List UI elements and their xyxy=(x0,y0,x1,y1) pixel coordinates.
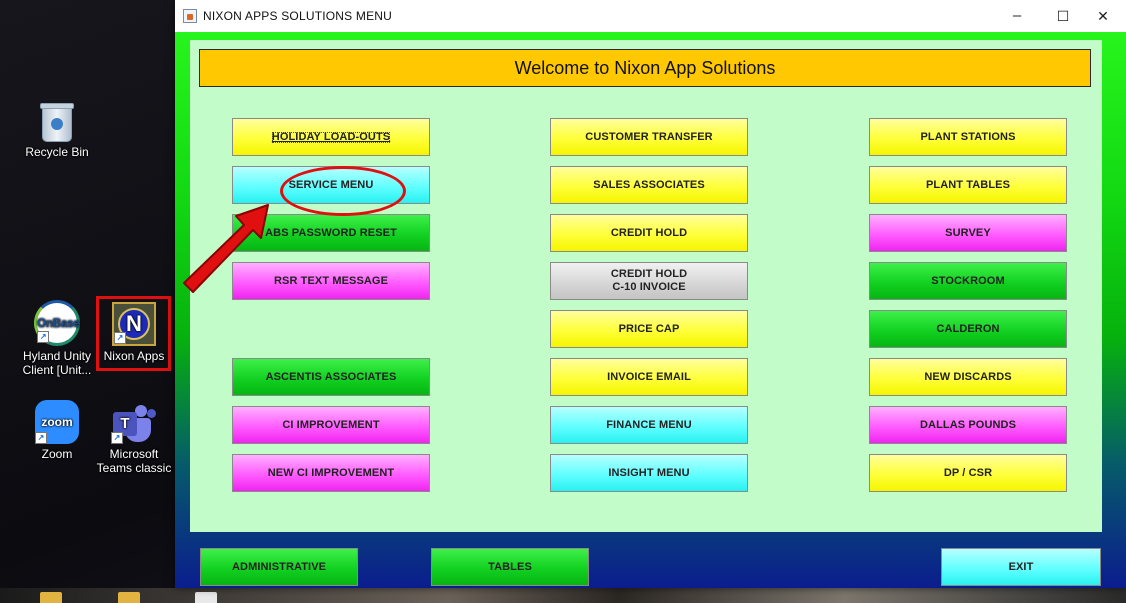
rsr-text-message-button[interactable]: RSR TEXT MESSAGE xyxy=(232,262,430,300)
zoom-shortcut[interactable]: zoom ↗ Zoom xyxy=(19,400,95,461)
credit-hold-c10-label-line1: CREDIT HOLD xyxy=(610,268,688,280)
service-menu-label: SERVICE MENU xyxy=(288,178,374,191)
tables-label: TABLES xyxy=(488,560,532,573)
ci-improvement-button[interactable]: CI IMPROVEMENT xyxy=(232,406,430,444)
welcome-banner: Welcome to Nixon App Solutions xyxy=(199,49,1091,87)
customer-transfer-label: CUSTOMER TRANSFER xyxy=(585,130,713,143)
shortcut-arrow-icon: ↗ xyxy=(37,331,49,343)
insight-menu-button[interactable]: INSIGHT MENU xyxy=(550,454,748,492)
hyland-unity-shortcut[interactable]: OnBase ↗ Hyland Unity Client [Unit... xyxy=(19,300,95,377)
nixon-apps-window: NIXON APPS SOLUTIONS MENU – ☐ ✕ Welcome … xyxy=(175,0,1126,588)
abs-password-reset-button[interactable]: ABS PASSWORD RESET xyxy=(232,214,430,252)
window-client-area: Welcome to Nixon App Solutions HOLIDAY L… xyxy=(175,32,1126,588)
onbase-icon: OnBase ↗ xyxy=(34,300,80,346)
nixon-apps-highlight-box xyxy=(96,296,171,371)
rsr-text-message-label: RSR TEXT MESSAGE xyxy=(273,274,389,287)
dp-csr-label: DP / CSR xyxy=(943,466,993,479)
teams-icon: T ↗ xyxy=(111,402,157,444)
invoice-email-button[interactable]: INVOICE EMAIL xyxy=(550,358,748,396)
administrative-button[interactable]: ADMINISTRATIVE xyxy=(200,548,358,586)
plant-stations-label: PLANT STATIONS xyxy=(920,130,1016,143)
zoom-icon: zoom ↗ xyxy=(35,400,79,444)
holiday-load-outs-label: HOLIDAY LOAD-OUTS xyxy=(269,129,393,146)
ascentis-associates-button[interactable]: ASCENTIS ASSOCIATES xyxy=(232,358,430,396)
dallas-pounds-button[interactable]: DALLAS POUNDS xyxy=(869,406,1067,444)
tables-button[interactable]: TABLES xyxy=(431,548,589,586)
minimize-button[interactable]: – xyxy=(994,0,1040,32)
recycle-bin-shortcut[interactable]: Recycle Bin xyxy=(19,103,95,159)
finance-menu-label: FINANCE MENU xyxy=(606,418,692,431)
sales-associates-label: SALES ASSOCIATES xyxy=(593,178,705,191)
holiday-load-outs-button[interactable]: HOLIDAY LOAD-OUTS xyxy=(232,118,430,156)
customer-transfer-button[interactable]: CUSTOMER TRANSFER xyxy=(550,118,748,156)
close-button[interactable]: ✕ xyxy=(1080,0,1126,32)
new-discards-button[interactable]: NEW DISCARDS xyxy=(869,358,1067,396)
abs-password-reset-label: ABS PASSWORD RESET xyxy=(265,226,397,239)
zoom-logo-text: zoom xyxy=(41,415,73,429)
recycle-bin-icon xyxy=(40,103,74,142)
hyland-unity-label: Hyland Unity Client [Unit... xyxy=(22,349,92,377)
new-ci-improvement-label: NEW CI IMPROVEMENT xyxy=(267,466,395,479)
onbase-logo-text: OnBase xyxy=(37,316,80,330)
credit-hold-label: CREDIT HOLD xyxy=(610,226,688,239)
menu-panel: Welcome to Nixon App Solutions HOLIDAY L… xyxy=(190,40,1102,532)
shortcut-arrow-icon: ↗ xyxy=(111,432,123,444)
title-bar[interactable]: NIXON APPS SOLUTIONS MENU – ☐ ✕ xyxy=(175,0,1126,32)
teams-label: Microsoft Teams classic xyxy=(96,447,172,475)
survey-button[interactable]: SURVEY xyxy=(869,214,1067,252)
new-discards-label: NEW DISCARDS xyxy=(924,370,1012,383)
credit-hold-button[interactable]: CREDIT HOLD xyxy=(550,214,748,252)
dallas-pounds-label: DALLAS POUNDS xyxy=(919,418,1017,431)
credit-hold-c10-invoice-button[interactable]: CREDIT HOLD C-10 INVOICE xyxy=(550,262,748,300)
service-menu-button[interactable]: SERVICE MENU xyxy=(232,166,430,204)
price-cap-label: PRICE CAP xyxy=(618,322,680,335)
new-ci-improvement-button[interactable]: NEW CI IMPROVEMENT xyxy=(232,454,430,492)
finance-menu-button[interactable]: FINANCE MENU xyxy=(550,406,748,444)
survey-label: SURVEY xyxy=(945,226,991,239)
dp-csr-button[interactable]: DP / CSR xyxy=(869,454,1067,492)
stockroom-label: STOCKROOM xyxy=(931,274,1005,287)
administrative-label: ADMINISTRATIVE xyxy=(232,560,327,573)
plant-tables-button[interactable]: PLANT TABLES xyxy=(869,166,1067,204)
zoom-label: Zoom xyxy=(41,447,73,461)
exit-button[interactable]: EXIT xyxy=(941,548,1101,586)
insight-menu-label: INSIGHT MENU xyxy=(608,466,690,479)
shortcut-arrow-icon: ↗ xyxy=(35,432,47,444)
credit-hold-c10-label-line2: C-10 INVOICE xyxy=(612,281,686,293)
java-app-icon xyxy=(183,9,197,23)
ascentis-associates-label: ASCENTIS ASSOCIATES xyxy=(265,370,397,383)
window-title: NIXON APPS SOLUTIONS MENU xyxy=(203,9,393,23)
ci-improvement-label: CI IMPROVEMENT xyxy=(282,418,380,431)
teams-shortcut[interactable]: T ↗ Microsoft Teams classic xyxy=(96,402,172,475)
calderon-label: CALDERON xyxy=(936,322,1000,335)
sales-associates-button[interactable]: SALES ASSOCIATES xyxy=(550,166,748,204)
price-cap-button[interactable]: PRICE CAP xyxy=(550,310,748,348)
recycle-bin-label: Recycle Bin xyxy=(25,145,89,159)
taskbar-edge xyxy=(0,588,1126,603)
exit-label: EXIT xyxy=(1008,560,1034,573)
stockroom-button[interactable]: STOCKROOM xyxy=(869,262,1067,300)
invoice-email-label: INVOICE EMAIL xyxy=(607,370,691,383)
calderon-button[interactable]: CALDERON xyxy=(869,310,1067,348)
plant-stations-button[interactable]: PLANT STATIONS xyxy=(869,118,1067,156)
plant-tables-label: PLANT TABLES xyxy=(925,178,1011,191)
